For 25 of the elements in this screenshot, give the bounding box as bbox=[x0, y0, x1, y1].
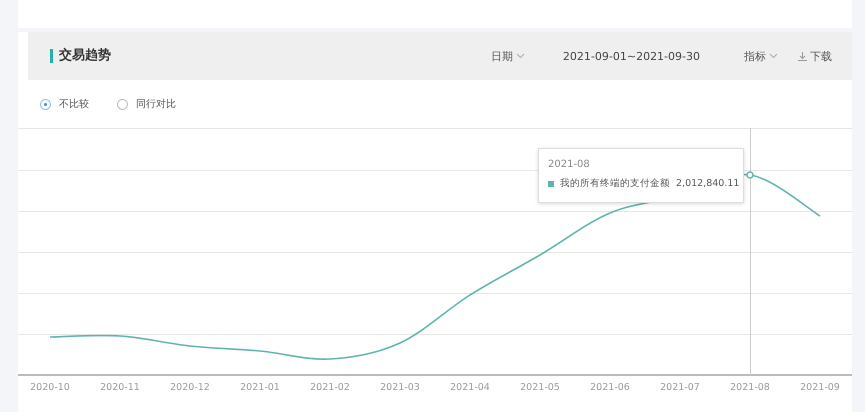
axis-label: 2021-09 bbox=[799, 381, 841, 393]
date-range: 2021-09-01~2021-09-30 bbox=[562, 50, 700, 62]
date-dropdown[interactable]: 日期 bbox=[490, 48, 525, 64]
axis-label: 2021-03 bbox=[379, 381, 421, 393]
axis-label: 2021-05 bbox=[519, 381, 561, 393]
axis-label: 2020-11 bbox=[99, 381, 141, 393]
axis-label: 2021-04 bbox=[449, 381, 491, 393]
metric-dropdown[interactable]: 指标 bbox=[744, 48, 778, 64]
chevron-down-icon bbox=[769, 53, 778, 59]
axis-label: 2020-12 bbox=[169, 381, 211, 393]
series-name: 我的所有终端的支付金额 bbox=[560, 177, 670, 190]
download-icon bbox=[798, 52, 807, 60]
axis-label: 2021-06 bbox=[589, 381, 631, 393]
axis-label: 2021-01 bbox=[239, 381, 281, 393]
axis-label: 2021-08 bbox=[729, 381, 771, 393]
chevron-down-icon bbox=[516, 53, 525, 59]
download-button[interactable]: 下载 bbox=[798, 48, 832, 64]
axis-label: 2020-10 bbox=[29, 381, 71, 393]
series-value: 2,012,840.11 bbox=[676, 178, 740, 189]
section-title: 交易趋势 bbox=[50, 49, 111, 63]
axis-label: 2021-07 bbox=[659, 381, 701, 393]
tooltip-title: 2021-08 bbox=[548, 159, 591, 170]
axis-label: 2021-02 bbox=[309, 381, 351, 393]
radio-option[interactable]: 同行对比 bbox=[117, 97, 176, 111]
radio-option[interactable]: 不比较 bbox=[40, 97, 89, 111]
